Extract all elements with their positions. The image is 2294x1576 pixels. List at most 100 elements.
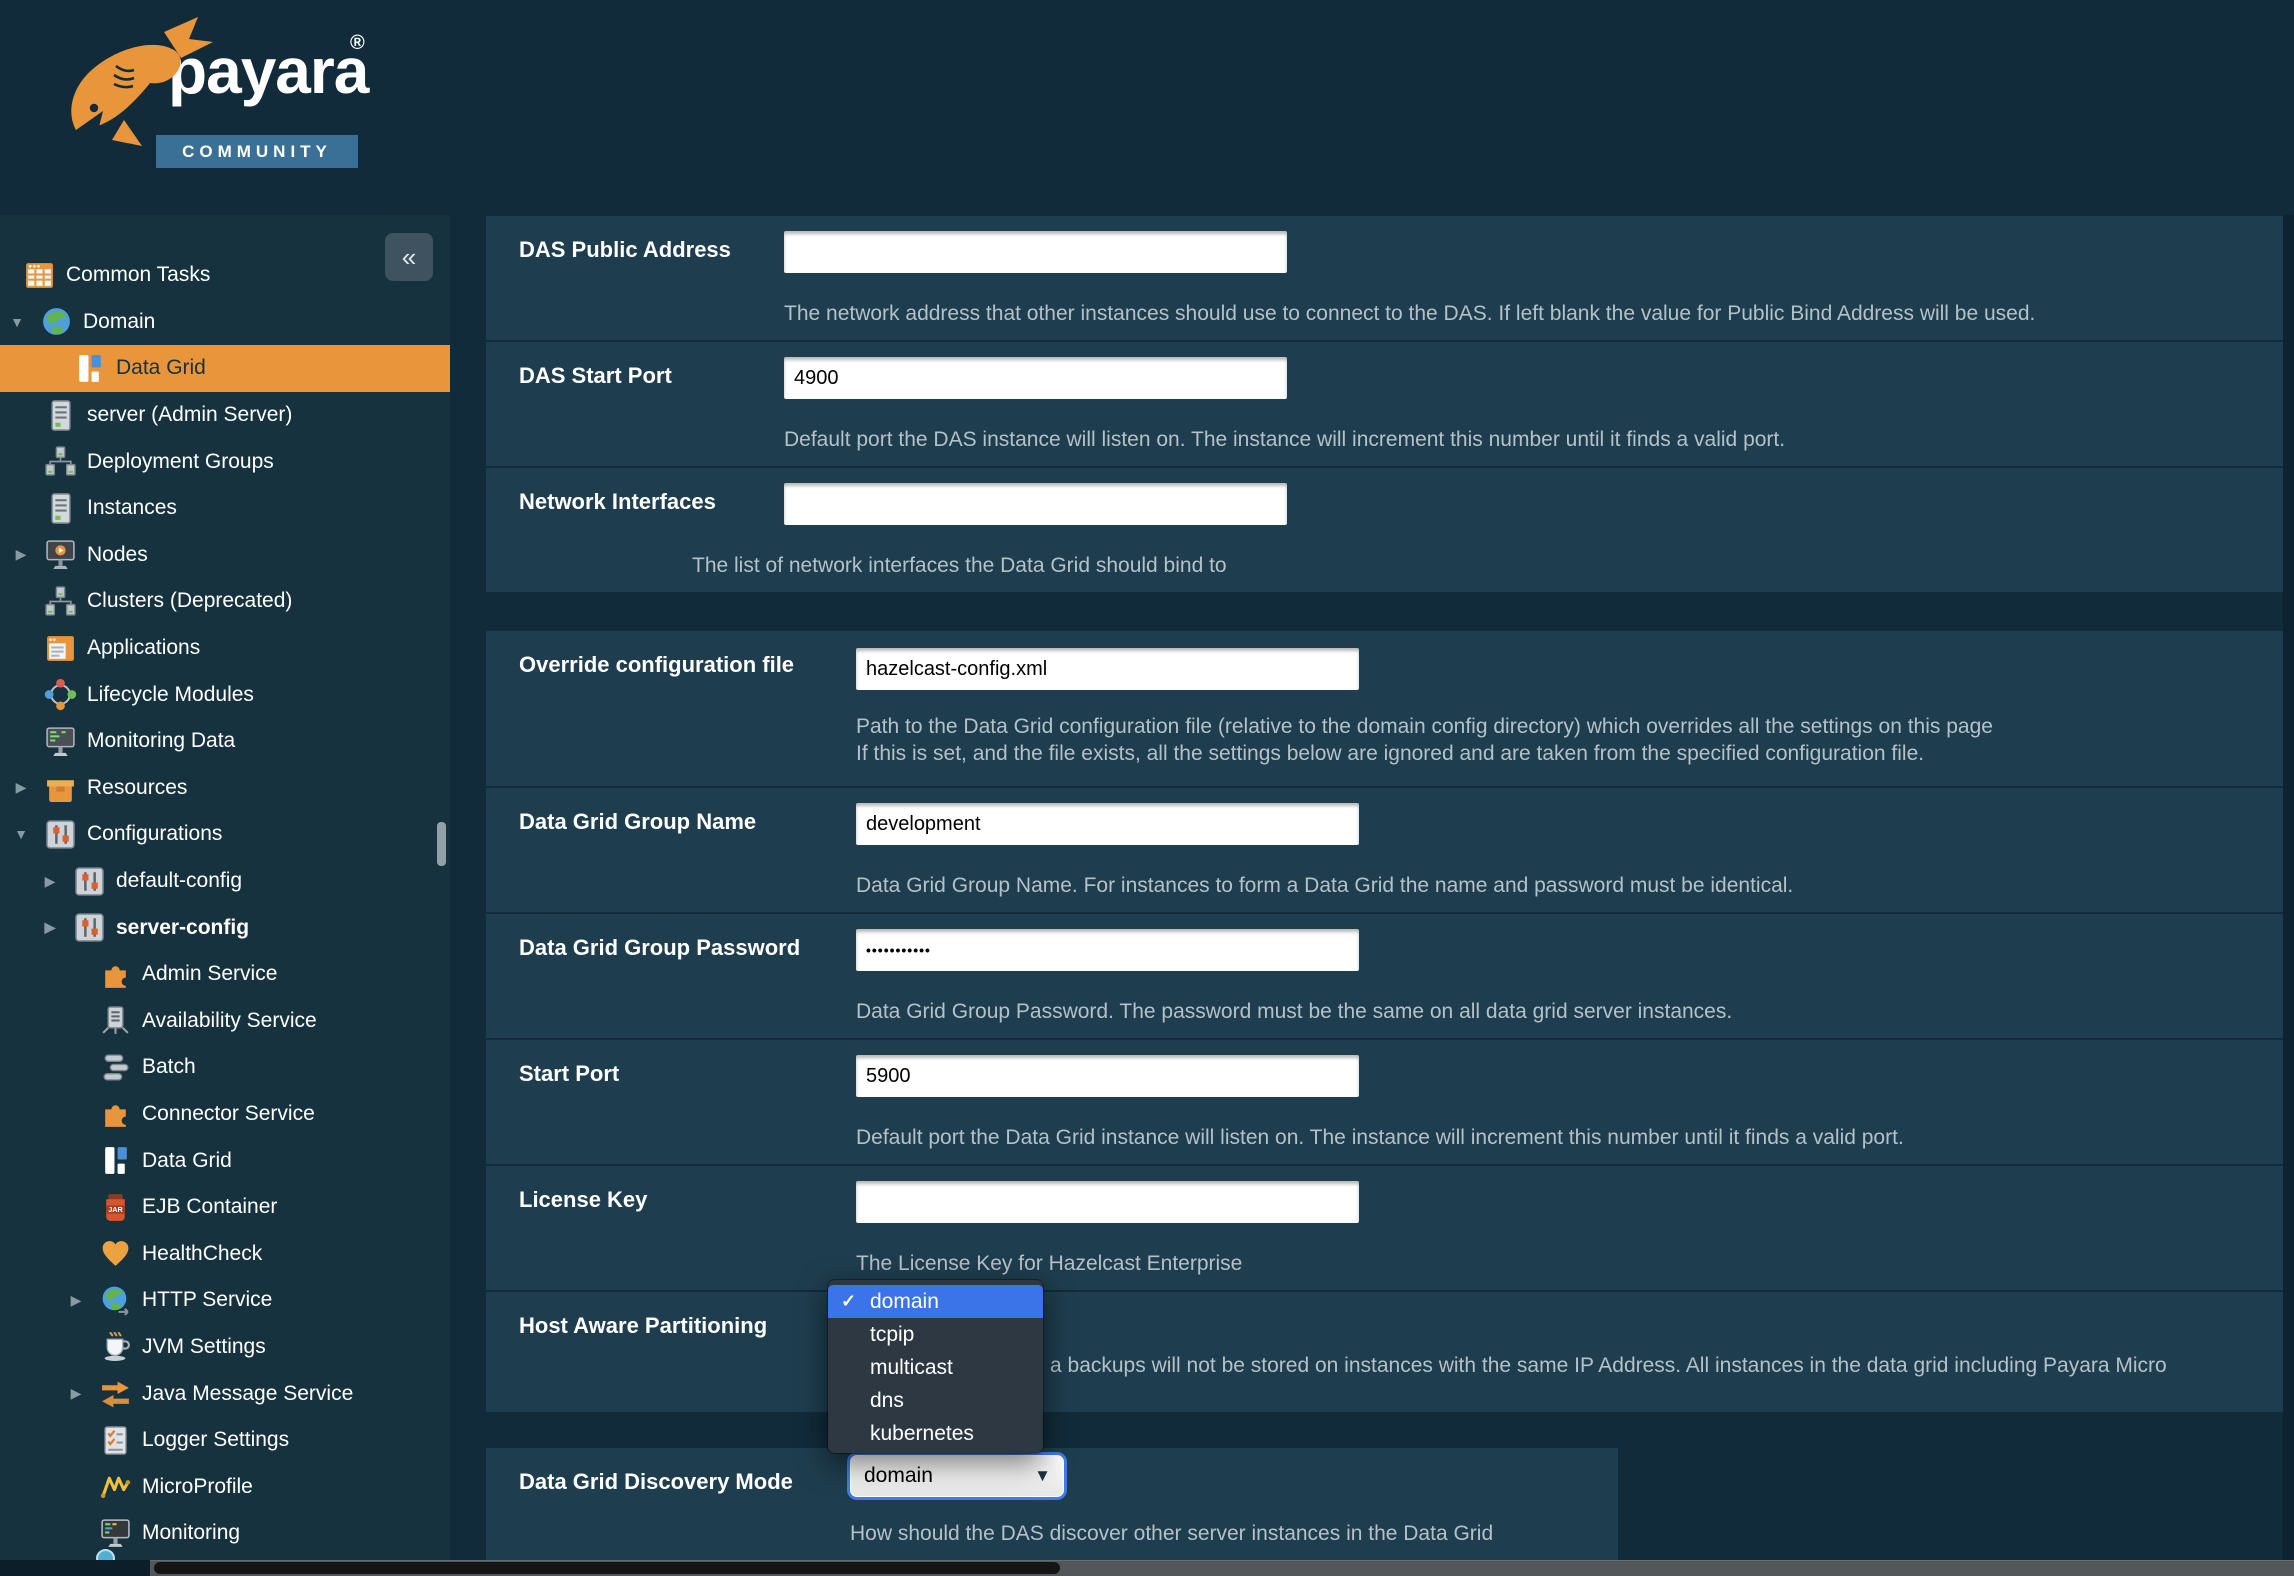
payara-fish-icon [66,12,216,167]
horizontal-scroll-thumb[interactable] [154,1562,1060,1574]
sidebar-item-label: server (Admin Server) [87,403,293,427]
dropdown-option-dns[interactable]: dns [828,1384,1043,1417]
puzzle-icon [99,1097,132,1130]
globe-icon [40,305,73,338]
horizontal-scrollbar [0,1560,2294,1576]
sidebar-item-connector-service[interactable]: Connector Service [0,1091,450,1138]
dropdown-option-multicast[interactable]: multicast [828,1351,1043,1384]
sidebar-item-logger-settings[interactable]: Logger Settings [0,1417,450,1464]
field-description: Default port the Data Grid instance will… [856,1126,1904,1149]
sidebar-item-label: Data Grid [116,356,206,380]
sidebar-item-domain[interactable]: ▼ Domain [0,299,450,346]
sidebar-item-label: Configurations [87,822,223,846]
form-row-data-grid-group-name: Data Grid Group Name Data Grid Group Name… [486,788,2283,912]
dropdown-option-domain[interactable]: ✓ domain [828,1285,1043,1318]
das-public-address-input[interactable] [784,231,1287,273]
sidebar-item-default-config[interactable]: ▶ default-config [0,858,450,905]
sidebar-item-label: EJB Container [142,1195,278,1219]
field-label-data-grid-group-password: Data Grid Group Password [519,935,801,960]
http-globe-icon [99,1284,132,1317]
data-grid-group-name-input[interactable] [856,803,1359,845]
sidebar-item-data-grid[interactable]: Data Grid [0,1137,450,1184]
sidebar-item-label: Common Tasks [66,263,211,287]
sidebar-item-instances[interactable]: Instances [0,485,450,532]
field-label-network-interfaces: Network Interfaces [519,489,716,514]
sidebar-item-jvm-settings[interactable]: JVM Settings [0,1324,450,1371]
registered-mark: ® [350,32,365,54]
field-label-start-port: Start Port [519,1061,620,1086]
expander-open-icon[interactable]: ▼ [7,314,27,330]
sidebar-item-label: Clusters (Deprecated) [87,589,293,613]
sidebar-item-healthcheck[interactable]: HealthCheck [0,1230,450,1277]
data-grid-group-password-input[interactable] [856,929,1359,971]
sidebar-item-label: Lifecycle Modules [87,682,254,706]
sidebar-item-label: Nodes [87,542,148,566]
scrollbar-corner [0,1560,150,1576]
dropdown-option-label: tcpip [870,1323,915,1346]
sidebar-item-batch[interactable]: Batch [0,1044,450,1091]
form-row-override-configuration-file: Override configuration file Path to the D… [486,631,2283,786]
dropdown-option-tcpip[interactable]: tcpip [828,1318,1043,1351]
sidebar-item-ejb-container[interactable]: JAR EJB Container [0,1184,450,1231]
expander-closed-icon[interactable]: ▶ [11,779,31,796]
dropdown-option-kubernetes[interactable]: kubernetes [828,1417,1043,1450]
sidebar-item-java-message-service[interactable]: ▶ Java Message Service [0,1370,450,1417]
sidebar-item-label: HealthCheck [142,1241,263,1265]
arrows-icon [99,1377,132,1410]
sidebar-collapse-button[interactable]: « [385,233,433,281]
sidebar-item-resources[interactable]: ▶ Resources [0,765,450,812]
field-label-das-public-address: DAS Public Address [519,237,731,262]
expander-closed-icon[interactable]: ▶ [66,1385,86,1402]
field-description: The list of network interfaces the Data … [692,554,1227,577]
sidebar-item-common-tasks[interactable]: Common Tasks [0,252,450,299]
sidebar-item-lifecycle-modules[interactable]: Lifecycle Modules [0,671,450,718]
sidebar-item-server-config[interactable]: ▶ server-config [0,904,450,951]
field-label-host-aware-partitioning: Host Aware Partitioning [519,1313,768,1338]
heart-icon [99,1237,132,1270]
select-body[interactable]: domain ▼ [850,1455,1064,1497]
form-row-start-port: Start Port Default port the Data Grid ins… [486,1040,2283,1164]
sidebar-scrollbar-thumb[interactable] [437,822,446,866]
expander-closed-icon[interactable]: ▶ [11,546,31,563]
sidebar-item-clusters-deprecated[interactable]: Clusters (Deprecated) [0,578,450,625]
override-configuration-file-input[interactable] [856,648,1359,690]
expander-closed-icon[interactable]: ▶ [40,919,60,936]
field-description: Path to the Data Grid configuration file… [856,715,1993,738]
sidebar-item-deployment-groups[interactable]: Deployment Groups [0,438,450,485]
dropdown-option-label: multicast [870,1356,953,1379]
sidebar-item-label: Deployment Groups [87,449,274,473]
license-key-input[interactable] [856,1181,1359,1223]
sidebar-item-label: Connector Service [142,1101,315,1125]
sidebar-item-label: Availability Service [142,1008,317,1032]
network-interfaces-input[interactable] [784,483,1287,525]
sidebar-item-label: JVM Settings [142,1334,266,1358]
sidebar-item-monitoring-data[interactable]: Monitoring Data [0,718,450,765]
form-row-das-start-port: DAS Start Port Default port the DAS insta… [486,342,2283,466]
start-port-input[interactable] [856,1055,1359,1097]
sidebar-item-availability-service[interactable]: Availability Service [0,998,450,1045]
form-row-host-aware-partitioning: Host Aware Partitioning a backups will no… [486,1292,2283,1412]
sidebar-item-label: HTTP Service [142,1288,273,1312]
host-discovery-dropdown-menu: ✓ domain tcpip multicast dns kubernetes [828,1280,1043,1453]
sidebar-item-monitoring[interactable]: Monitoring [0,1510,450,1557]
expander-open-icon[interactable]: ▼ [11,826,31,842]
data-grid-discovery-mode-select[interactable]: domain ▼ [847,1452,1067,1500]
sidebar-item-nodes[interactable]: ▶ Nodes [0,532,450,579]
applications-icon [44,632,77,665]
sidebar-item-label: Applications [87,636,201,660]
sidebar-item-server-admin-server[interactable]: server (Admin Server) [0,392,450,439]
sidebar-item-admin-service[interactable]: Admin Service [0,951,450,998]
sidebar-item-label: server-config [116,915,250,939]
sidebar-item-microprofile[interactable]: MicroProfile [0,1463,450,1510]
sidebar-item-configurations[interactable]: ▼ Configurations [0,811,450,858]
main-vertical-scroll-track[interactable] [2283,215,2294,1560]
sidebar-item-applications[interactable]: Applications [0,625,450,672]
expander-closed-icon[interactable]: ▶ [40,873,60,890]
sidebar-item-http-service[interactable]: ▶ HTTP Service [0,1277,450,1324]
sidebar-item-data-grid[interactable]: Data Grid [0,345,450,392]
availability-icon [99,1004,132,1037]
expander-closed-icon[interactable]: ▶ [66,1292,86,1309]
sidebar-nav: Common Tasks ▼ Domain Data Grid server (Admi… [0,215,450,1557]
das-start-port-input[interactable] [784,357,1287,399]
form-row-network-interfaces: Network Interfaces The list of network in… [486,468,2283,592]
